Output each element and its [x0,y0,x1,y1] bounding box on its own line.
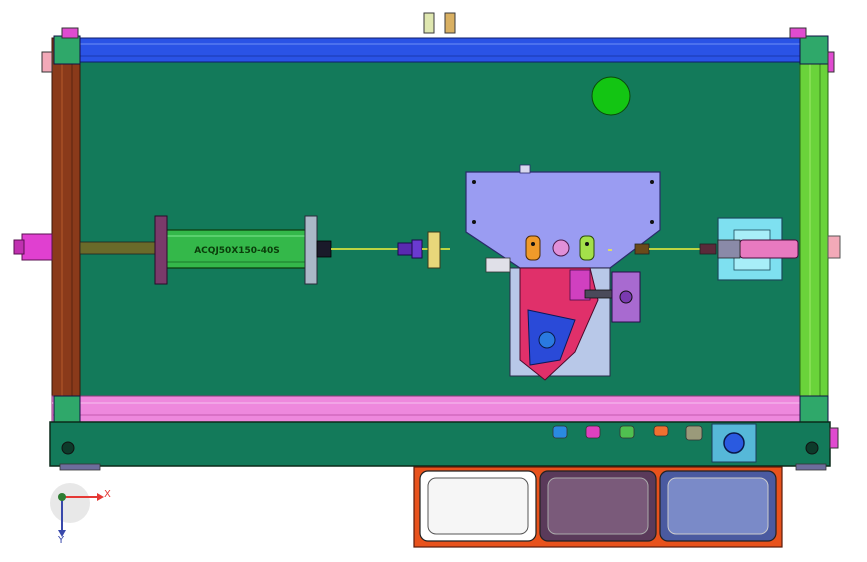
corner-bracket-bl [53,395,81,425]
fitting-magenta [585,425,601,439]
cylinder-model-label: ACQJ50X150-40S [194,246,280,256]
cylinder-end-cap-left [154,215,168,285]
bottom-frame-rail [51,395,829,423]
piston-rod [79,241,167,255]
top-frame-rail [51,37,829,63]
fitting-orange [653,425,669,437]
blue-knob-icon [723,432,745,454]
fitting-green [619,425,635,439]
fitting-grey [685,425,703,441]
top-sensor-left [423,12,435,34]
left-frame-rail [51,37,81,419]
axis-x-label: X [104,489,111,500]
corner-bracket-tl [53,35,81,65]
green-sensor-disc-icon [591,76,631,116]
axis-y-label: Y [57,535,65,546]
corner-bracket-br [799,395,829,425]
cylinder-end-cap-right [304,215,318,285]
right-end-nut [827,235,841,259]
fitting-blue [552,425,568,439]
corner-bracket-tr [799,35,829,65]
cad-drawing-canvas[interactable]: ACQJ50X150-40S X Y [0,0,867,562]
right-frame-rail [799,37,829,419]
triad-axis-icon [50,483,104,537]
top-sensor-right [444,12,456,34]
left-end-nut [21,233,53,261]
rod-clevis [427,231,441,269]
right-cylinder-body [739,239,799,259]
